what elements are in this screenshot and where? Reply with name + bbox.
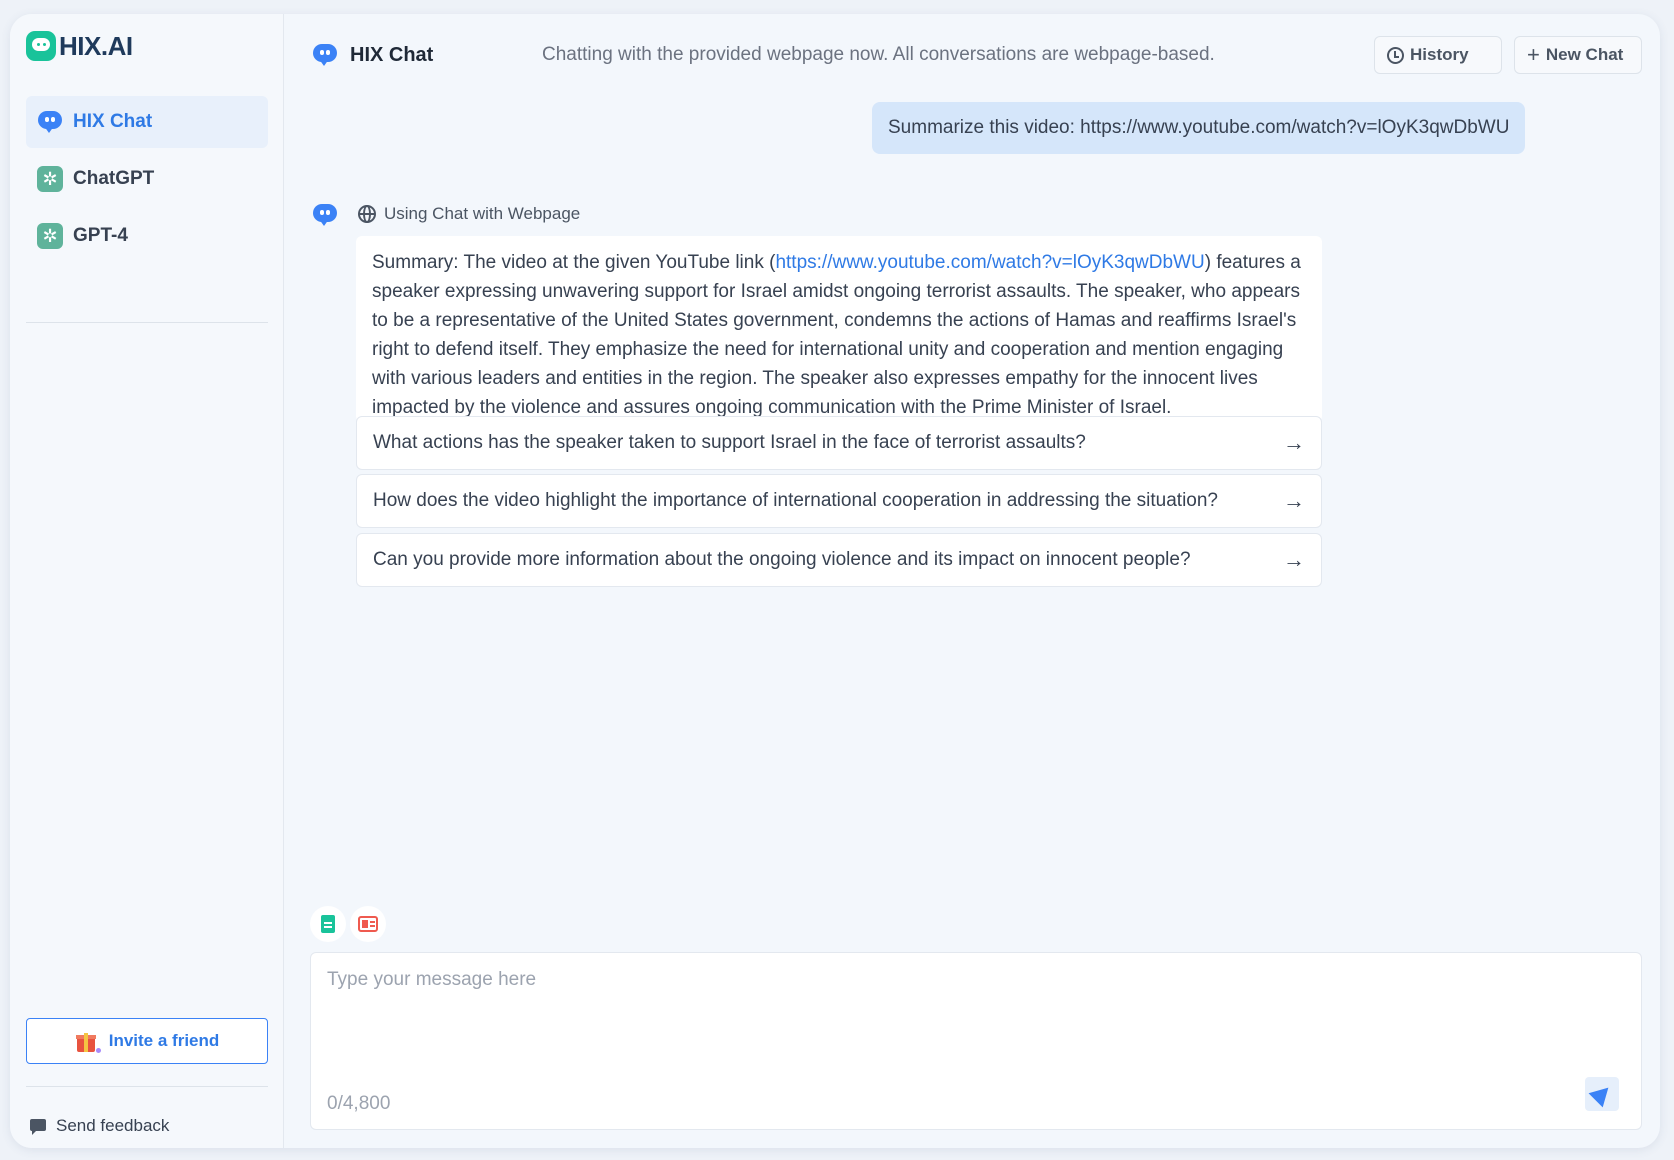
plus-icon: + xyxy=(1527,42,1540,67)
feedback-label: Send feedback xyxy=(56,1116,170,1135)
sidebar: HIX.AI HIX Chat ✲ ChatGPT ✲ GPT-4 Invite… xyxy=(10,14,284,1148)
suggested-question[interactable]: What actions has the speaker taken to su… xyxy=(356,416,1322,470)
openai-icon: ✲ xyxy=(37,166,63,192)
sidebar-item-label: ChatGPT xyxy=(73,168,155,189)
document-tool-button[interactable] xyxy=(310,906,346,942)
logo[interactable]: HIX.AI xyxy=(26,30,133,62)
page-title: HIX Chat xyxy=(350,43,434,66)
send-icon xyxy=(1588,1080,1616,1108)
suggestion-text: What actions has the speaker taken to su… xyxy=(373,432,1086,453)
sidebar-item-label: HIX Chat xyxy=(73,111,153,132)
chat-title: HIX Chat xyxy=(312,42,433,68)
document-icon xyxy=(321,915,335,933)
app-window: HIX.AI HIX Chat ✲ ChatGPT ✲ GPT-4 Invite… xyxy=(10,14,1660,1148)
sidebar-item-gpt-4[interactable]: ✲ GPT-4 xyxy=(26,210,268,262)
history-icon xyxy=(1387,46,1404,64)
globe-icon xyxy=(358,205,376,223)
youtube-link[interactable]: https://www.youtube.com/watch?v=lOyK3qwD… xyxy=(775,252,1204,273)
reader-tool-button[interactable] xyxy=(350,906,386,942)
sidebar-item-label: GPT-4 xyxy=(73,225,128,246)
chat-main: HIX Chat Chatting with the provided webp… xyxy=(284,14,1660,1148)
gift-icon xyxy=(75,1029,101,1053)
suggested-question[interactable]: How does the video highlight the importa… xyxy=(356,474,1322,528)
reader-icon xyxy=(358,916,378,932)
webpage-mode-indicator: Using Chat with Webpage xyxy=(358,204,580,224)
user-message: Summarize this video: https://www.youtub… xyxy=(872,102,1526,154)
answer-prefix: Summary: The video at the given YouTube … xyxy=(372,252,776,273)
chat-header: HIX Chat Chatting with the provided webp… xyxy=(284,14,1660,90)
send-feedback-link[interactable]: Send feedback xyxy=(30,1116,169,1136)
character-counter: 0/4,800 xyxy=(327,1093,391,1114)
message-composer: 0/4,800 xyxy=(310,952,1642,1130)
message-input[interactable] xyxy=(327,969,1617,1059)
openai-icon: ✲ xyxy=(37,223,63,249)
send-button[interactable] xyxy=(1585,1077,1619,1111)
new-chat-label: New Chat xyxy=(1545,45,1624,64)
divider xyxy=(26,322,268,323)
chat-bubble-icon xyxy=(312,202,338,228)
sidebar-item-hix-chat[interactable]: HIX Chat xyxy=(26,96,268,148)
divider xyxy=(26,1086,268,1087)
sidebar-item-chatgpt[interactable]: ✲ ChatGPT xyxy=(26,153,268,205)
chat-bubble-icon xyxy=(37,109,63,135)
sidebar-nav: HIX Chat ✲ ChatGPT ✲ GPT-4 xyxy=(26,96,268,267)
suggestion-text: Can you provide more information about t… xyxy=(373,549,1191,570)
invite-label: Invite a friend xyxy=(108,1031,220,1050)
invite-friend-button[interactable]: Invite a friend xyxy=(26,1018,268,1064)
history-label: History xyxy=(1410,45,1469,64)
bot-answer: Summary: The video at the given YouTube … xyxy=(356,236,1322,422)
bot-avatar xyxy=(312,202,338,228)
chat-bubble-icon xyxy=(312,42,338,68)
new-chat-button[interactable]: + New Chat xyxy=(1514,36,1642,74)
history-button[interactable]: History xyxy=(1374,36,1502,74)
suggested-question[interactable]: Can you provide more information about t… xyxy=(356,533,1322,587)
arrow-right-icon: → xyxy=(1283,488,1305,513)
suggestion-text: How does the video highlight the importa… xyxy=(373,490,1218,511)
mode-label: Using Chat with Webpage xyxy=(384,204,581,223)
logo-icon xyxy=(26,31,56,61)
answer-body: ) features a speaker expressing unwaveri… xyxy=(372,252,1301,418)
arrow-right-icon: → xyxy=(1283,547,1305,572)
arrow-right-icon: → xyxy=(1283,430,1305,455)
mode-description: Chatting with the provided webpage now. … xyxy=(542,44,1215,65)
logo-text: HIX.AI xyxy=(59,30,133,61)
feedback-icon xyxy=(30,1118,46,1135)
